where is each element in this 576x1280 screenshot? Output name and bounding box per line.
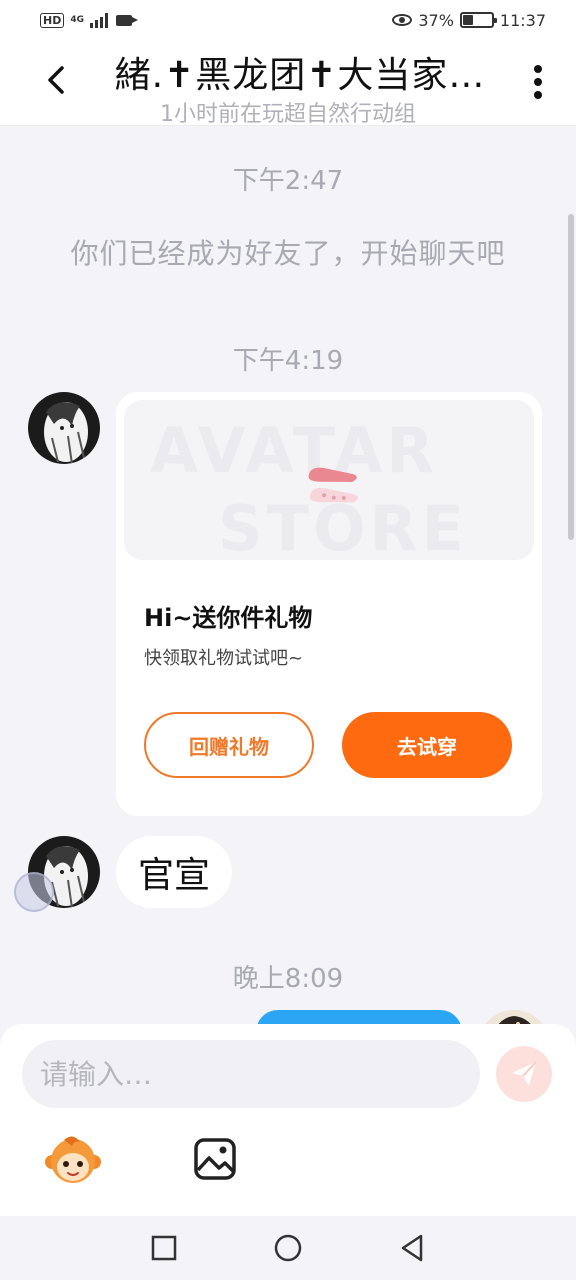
emoji-button[interactable] [44, 1134, 102, 1186]
battery-icon [459, 12, 497, 28]
circle-icon [274, 1234, 302, 1262]
chat-header: 緒.✝黑龙团✝大当家… 1小时前在玩超自然行动组 [0, 40, 576, 127]
scrollbar[interactable] [568, 214, 574, 540]
chevron-left-icon [48, 66, 64, 94]
send-button[interactable] [496, 1046, 552, 1102]
timestamp: 晚上8:09 [232, 964, 344, 994]
clock: 11:37 [499, 10, 546, 30]
gift-card[interactable]: AVATAR STORE Hi~送你件礼物 快领取礼物试试吧~ 回赠礼物 去试穿 [116, 392, 542, 816]
triangle-back-icon [401, 1234, 423, 1262]
image-picker-button[interactable] [192, 1136, 238, 1182]
nav-back-button[interactable] [392, 1228, 432, 1268]
status-bar: HD 4G 37% 11:37 [0, 0, 576, 40]
banner-watermark-line1: AVATAR [150, 414, 438, 487]
timestamp: 下午2:47 [232, 166, 344, 196]
status-left: HD 4G [40, 12, 138, 28]
home-button[interactable] [268, 1228, 308, 1268]
chat-title: 緒.✝黑龙团✝大当家… [114, 55, 486, 96]
system-nav-bar [0, 1216, 576, 1280]
back-button[interactable] [36, 60, 76, 100]
signal-icon [90, 12, 108, 28]
friend-avatar[interactable] [28, 392, 100, 464]
square-icon [151, 1235, 177, 1261]
monkey-emoji-icon [45, 1136, 101, 1183]
return-gift-button[interactable]: 回赠礼物 [144, 712, 314, 778]
recent-apps-button[interactable] [144, 1228, 184, 1268]
gift-banner: AVATAR STORE [124, 400, 534, 560]
paper-plane-icon [512, 1061, 537, 1086]
network-type: 4G [70, 14, 84, 25]
timestamp: 下午4:19 [232, 346, 344, 376]
battery-percent: 37% [418, 10, 454, 30]
hd-indicator: HD [40, 12, 65, 28]
system-message: 你们已经成为好友了，开始聊天吧 [70, 237, 506, 270]
input-panel [0, 1024, 576, 1216]
gift-title: Hi~送你件礼物 [144, 604, 313, 632]
floating-assist-button[interactable] [14, 872, 54, 912]
message-input[interactable] [22, 1040, 480, 1108]
text-message-bubble[interactable]: 官宣 [116, 836, 233, 908]
vertical-dots-icon [534, 65, 542, 99]
status-right: 37% 11:37 [392, 11, 546, 30]
more-options-button[interactable] [522, 60, 554, 104]
avatar-image [28, 392, 100, 464]
eye-icon [392, 14, 413, 26]
camera-icon [116, 14, 138, 26]
chat-subtitle: 1小时前在玩超自然行动组 [160, 102, 416, 127]
avatar-store-banner: AVATAR STORE [150, 414, 464, 560]
gift-description: 快领取礼物试试吧~ [144, 648, 304, 669]
image-icon [194, 1138, 236, 1180]
try-on-button[interactable]: 去试穿 [342, 712, 512, 778]
